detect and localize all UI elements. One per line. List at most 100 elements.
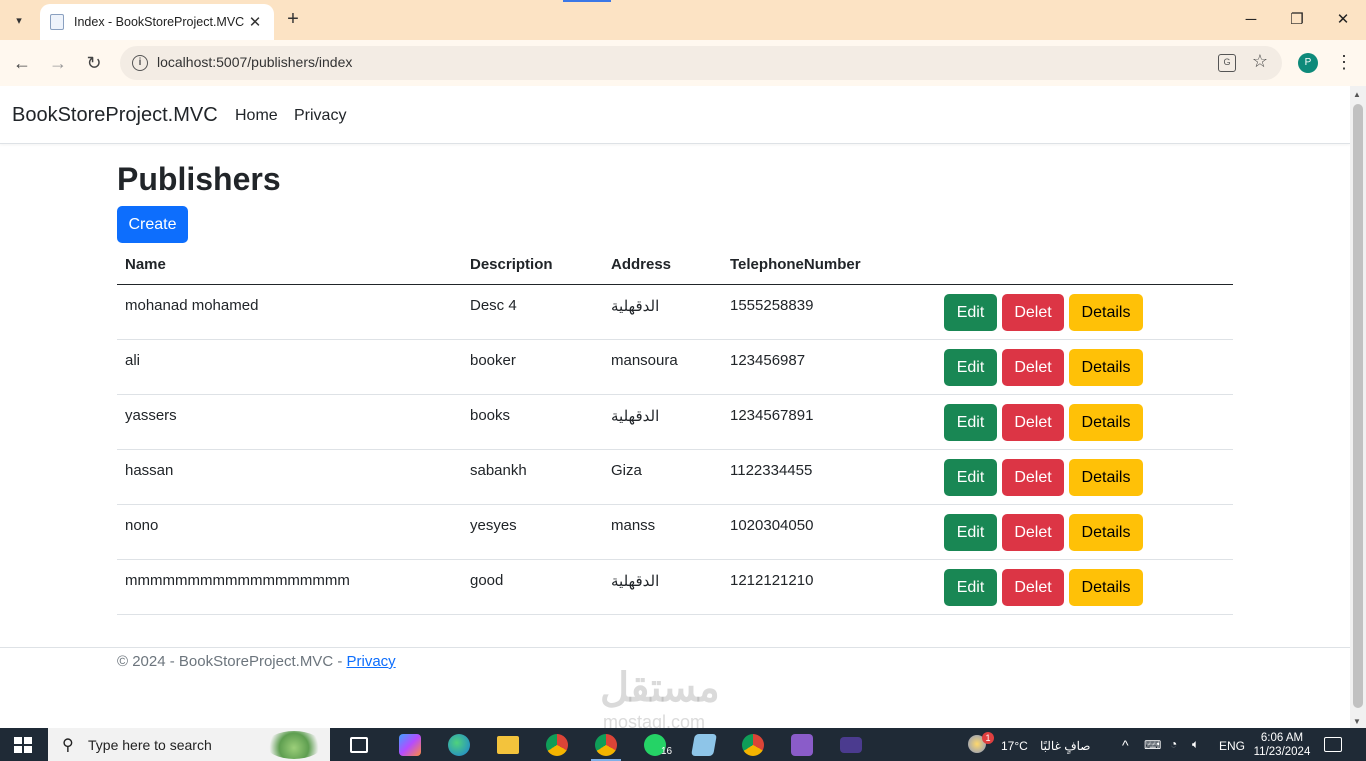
- tab-close-icon[interactable]: ✕: [246, 13, 264, 31]
- cell-address: manss: [611, 517, 656, 534]
- restore-icon[interactable]: ❐: [1285, 8, 1309, 32]
- details-button[interactable]: Details: [1069, 514, 1143, 551]
- site-info-icon[interactable]: i: [132, 55, 148, 71]
- browser-menu-icon[interactable]: ⋮: [1334, 50, 1354, 74]
- column-header-address: Address: [611, 256, 672, 273]
- scrollbar-thumb[interactable]: [1353, 104, 1363, 708]
- details-button[interactable]: Details: [1069, 569, 1143, 606]
- details-button[interactable]: Details: [1069, 459, 1143, 496]
- address-bar[interactable]: i localhost:5007/publishers/index G ☆: [120, 46, 1282, 80]
- nav-link-home[interactable]: Home: [235, 107, 278, 125]
- tab-search-icon[interactable]: ▾: [6, 7, 32, 33]
- volume-icon[interactable]: 🔈︎: [1192, 737, 1199, 752]
- details-button[interactable]: Details: [1069, 294, 1143, 331]
- weather-temperature: 17°C: [1001, 739, 1028, 753]
- cell-address: الدقهلية: [611, 298, 660, 315]
- chrome-icon[interactable]: [546, 734, 568, 756]
- scroll-up-icon[interactable]: ▲: [1353, 90, 1361, 99]
- taskbar-search-box[interactable]: ⚲ Type here to search: [48, 728, 330, 761]
- delete-button[interactable]: Delet: [1002, 294, 1064, 331]
- translate-icon[interactable]: G: [1218, 54, 1236, 72]
- footer-privacy-link[interactable]: Privacy: [346, 653, 395, 670]
- cell-description: booker: [470, 352, 516, 369]
- file-explorer-icon[interactable]: [497, 736, 519, 754]
- chrome-profile-p-icon[interactable]: [595, 734, 617, 756]
- edit-button[interactable]: Edit: [944, 569, 997, 606]
- chrome-profile-m-icon[interactable]: [742, 734, 764, 756]
- edit-button[interactable]: Edit: [944, 349, 997, 386]
- forward-arrow-icon[interactable]: →: [46, 51, 70, 75]
- page-title: Publishers: [117, 161, 281, 197]
- delete-button[interactable]: Delet: [1002, 459, 1064, 496]
- input-method-icon[interactable]: ⌨: [1144, 738, 1161, 752]
- scroll-down-icon[interactable]: ▼: [1353, 717, 1361, 726]
- search-highlight-art-icon: [266, 731, 322, 759]
- cell-description: sabankh: [470, 462, 527, 479]
- nav-link-privacy[interactable]: Privacy: [294, 107, 346, 125]
- tab-title: Index - BookStoreProject.MVC: [74, 15, 245, 29]
- cell-telephone: 123456987: [730, 352, 806, 369]
- bookmark-star-icon[interactable]: ☆: [1252, 51, 1268, 72]
- browser-tab-active[interactable]: Index - BookStoreProject.MVC ✕: [40, 4, 274, 40]
- new-tab-button[interactable]: +: [282, 8, 304, 30]
- cell-address: mansoura: [611, 352, 678, 369]
- details-button[interactable]: Details: [1069, 404, 1143, 441]
- delete-button[interactable]: Delet: [1002, 349, 1064, 386]
- table-row: yassers books الدقهلية 1234567891 Edit D…: [117, 395, 1233, 450]
- windows-taskbar: ⚲ Type here to search 16 1 17°C صافٍ غال…: [0, 728, 1366, 761]
- back-arrow-icon[interactable]: ←: [10, 51, 34, 75]
- visual-studio-icon[interactable]: [791, 734, 813, 756]
- browser-tabstrip: ▾ Index - BookStoreProject.MVC ✕ + ─ ❐ ✕: [0, 0, 1366, 40]
- delete-button[interactable]: Delet: [1002, 514, 1064, 551]
- task-view-icon[interactable]: [350, 737, 368, 753]
- table-row: mohanad mohamed Desc 4 الدقهلية 15552588…: [117, 285, 1233, 340]
- details-button[interactable]: Details: [1069, 349, 1143, 386]
- profile-avatar[interactable]: P: [1298, 53, 1318, 73]
- table-header-row: Name Description Address TelephoneNumber: [117, 244, 1233, 285]
- taskbar-clock[interactable]: 6:06 AM 11/23/2024: [1252, 731, 1312, 759]
- table-row: ali booker mansoura 123456987 Edit Delet…: [117, 340, 1233, 395]
- edge-browser-icon[interactable]: [448, 734, 470, 756]
- cell-telephone: 1122334455: [730, 462, 813, 479]
- page-favicon-icon: [50, 14, 64, 30]
- reload-icon[interactable]: ↻: [82, 51, 106, 75]
- whatsapp-badge: 16: [661, 746, 673, 757]
- delete-button[interactable]: Delet: [1002, 404, 1064, 441]
- wifi-icon[interactable]: ◔: [1170, 737, 1177, 751]
- close-window-icon[interactable]: ✕: [1331, 8, 1355, 32]
- cell-name: yassers: [125, 407, 177, 424]
- windows-start-icon[interactable]: [14, 737, 32, 753]
- edit-button[interactable]: Edit: [944, 459, 997, 496]
- notification-center-icon[interactable]: [1324, 737, 1342, 752]
- terminal-icon[interactable]: [840, 737, 862, 753]
- site-navbar: BookStoreProject.MVC Home Privacy: [0, 86, 1350, 144]
- column-header-description: Description: [470, 256, 553, 273]
- site-brand-link[interactable]: BookStoreProject.MVC: [12, 104, 218, 127]
- notepad-icon[interactable]: [691, 734, 717, 756]
- cell-address: الدقهلية: [611, 408, 660, 425]
- browser-toolbar: ← → ↻ i localhost:5007/publishers/index …: [0, 40, 1366, 86]
- search-icon: ⚲: [62, 737, 74, 754]
- cell-name: nono: [125, 517, 159, 534]
- tray-chevron-up-icon[interactable]: ^: [1122, 737, 1129, 753]
- minimize-icon[interactable]: ─: [1239, 8, 1263, 32]
- taskbar-search-placeholder: Type here to search: [88, 737, 212, 753]
- weather-description: صافٍ غالبًا: [1040, 739, 1091, 753]
- copilot-icon[interactable]: [399, 734, 421, 756]
- cell-telephone: 1212121210: [730, 572, 814, 589]
- table-row: mmmmmmmmmmmmmmmmmm good الدقهلية 1212121…: [117, 560, 1233, 615]
- table-row: hassan sabankh Giza 1122334455 Edit Dele…: [117, 450, 1233, 505]
- language-indicator[interactable]: ENG: [1219, 739, 1245, 753]
- edit-button[interactable]: Edit: [944, 404, 997, 441]
- address-url[interactable]: localhost:5007/publishers/index: [157, 54, 352, 70]
- clock-time: 6:06 AM: [1260, 732, 1304, 744]
- table-row: nono yesyes manss 1020304050 Edit Delet …: [117, 505, 1233, 560]
- create-button[interactable]: Create: [117, 206, 188, 243]
- edit-button[interactable]: Edit: [944, 294, 997, 331]
- delete-button[interactable]: Delet: [1002, 569, 1064, 606]
- cell-telephone: 1555258839: [730, 297, 814, 314]
- page-scrollbar[interactable]: ▲ ▼: [1350, 86, 1366, 728]
- cell-description: Desc 4: [470, 297, 517, 314]
- weather-badge: 1: [982, 732, 994, 744]
- edit-button[interactable]: Edit: [944, 514, 997, 551]
